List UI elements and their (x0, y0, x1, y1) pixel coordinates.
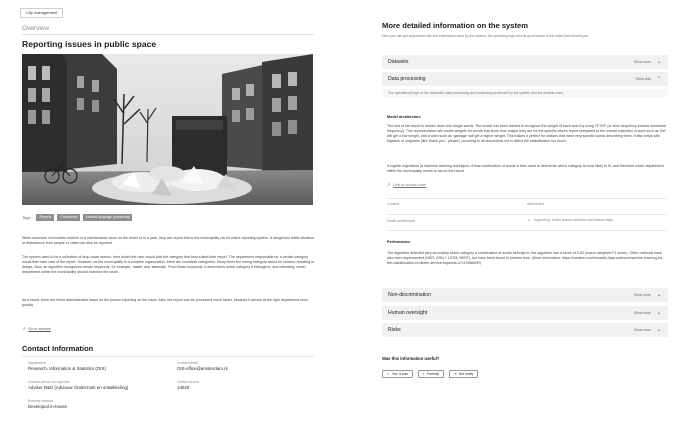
contact-department: Department Research, Information & Stati… (28, 361, 178, 372)
accordion-toggle[interactable]: Show more (634, 311, 651, 315)
description-paragraph: The system used to be a collection of dr… (22, 255, 315, 274)
tag-reports[interactable]: Reports (36, 214, 55, 221)
source-code-text[interactable]: Link to source code (393, 183, 426, 187)
external-link-icon: ↗ (22, 326, 26, 331)
street-photo-illustration (22, 54, 313, 205)
feedback-no-label: Not really (458, 372, 474, 376)
performance-text: The algorithm detected very accurately w… (387, 251, 664, 265)
street-photo (22, 54, 313, 205)
field-row (387, 214, 667, 215)
field-row (387, 198, 667, 199)
field-label: Content (387, 202, 399, 206)
accordion-non-discrimination[interactable]: Non-discrimination Show more ⌄ (382, 288, 668, 302)
accordion-title: Data processing (388, 76, 426, 82)
contact-vendor: External vendors Developed in-house (28, 399, 178, 410)
model-architecture-heading: Model architecture (387, 115, 421, 119)
divider (22, 34, 314, 35)
feedback-partially-label: Partially (427, 372, 440, 376)
breadcrumb[interactable]: City management (20, 8, 64, 18)
contact-heading: Contact Information (22, 344, 94, 353)
chevron-down-icon[interactable]: ⌄ (656, 327, 662, 333)
accordion-risks[interactable]: Risks Show more ⌄ (382, 323, 668, 337)
accordion-toggle[interactable]: Show more (634, 60, 651, 64)
feedback-no-button[interactable]: ✕ Not really (449, 370, 479, 378)
accordion-toggle[interactable]: Show more (634, 328, 651, 332)
accordion-title: Datasets (388, 59, 409, 65)
contact-phone: Contact phone 14020 (177, 380, 307, 391)
email-value[interactable]: OIS-office@amsterdam.nl (177, 366, 307, 372)
field-row (387, 230, 667, 231)
accordion-toggle[interactable]: Show less (636, 77, 651, 81)
accordion-datasets[interactable]: Datasets Show more ⌄ (382, 55, 668, 69)
external-link-icon: ↗ (527, 218, 531, 223)
divider (22, 356, 314, 357)
feedback-yes-label: Yes, it was (391, 372, 408, 376)
page-title: Reporting issues in public space (22, 39, 157, 49)
vendor-value: Developed in-house (28, 403, 68, 409)
tag-list: Tags Reports Complaints Natural language… (22, 214, 133, 221)
source-code-link[interactable]: ↗ Link to source code (387, 182, 426, 187)
close-icon: ✕ (454, 372, 457, 376)
department-value: Research, Information & Statistics (OIS) (28, 365, 106, 371)
tags-label: Tags (22, 215, 31, 220)
model-architecture-text: The text of the report is broken down in… (387, 124, 667, 143)
details-intro: Here you can get acquainted with the inf… (382, 34, 590, 38)
go-to-service-text[interactable]: Go to service (28, 327, 50, 331)
description-paragraph: As a result, there are fewer administrat… (22, 298, 309, 307)
field-value-link[interactable]: ↗ Supporting: Model shares attributes an… (527, 218, 613, 223)
regression-text: A logistic regression (a machine-learnin… (387, 164, 664, 173)
accordion-title: Non-discrimination (388, 292, 431, 298)
contact-email: Contact email OIS-office@amsterdam.nl (177, 361, 307, 372)
feedback-buttons: ✓ Yes, it was ◐ Partially ✕ Not really (382, 370, 479, 378)
tag-nlp[interactable]: Natural language processing (83, 214, 133, 221)
feedback-question: Was this information useful? (382, 356, 440, 361)
data-processing-summary-bar: The operational logic of the automatic d… (382, 89, 668, 97)
chevron-down-icon[interactable]: ⌄ (656, 310, 662, 316)
description-paragraph: When someone encounters rubbish or a mai… (22, 236, 314, 245)
accordion-data-processing[interactable]: Data processing Show less ⌃ (382, 72, 668, 86)
details-heading: More detailed information on the system (382, 21, 528, 30)
half-icon: ◐ (422, 372, 425, 376)
go-to-service-link[interactable]: ↗ Go to service (22, 326, 51, 331)
feedback-yes-button[interactable]: ✓ Yes, it was (382, 370, 413, 378)
accordion-toggle[interactable]: Show more (634, 293, 651, 297)
chevron-down-icon[interactable]: ⌄ (656, 59, 662, 65)
contact-person: Contact person for inquiries Adviser R&D… (28, 380, 178, 391)
field-label: Attachment (527, 202, 545, 206)
accordion-title: Human oversight (388, 310, 428, 316)
tag-complaints[interactable]: Complaints (57, 214, 81, 221)
check-icon: ✓ (387, 372, 390, 376)
performance-heading: Performance (387, 240, 411, 244)
field-value[interactable]: Supporting: Model shares attributes and … (533, 218, 613, 223)
chevron-up-icon[interactable]: ⌃ (656, 76, 662, 82)
external-link-icon: ↗ (387, 182, 391, 187)
field-label: Model architecture (387, 219, 415, 223)
data-processing-summary: The operational logic of the automatic d… (388, 91, 564, 95)
overview-label: Overview (22, 25, 50, 32)
accordion-title: Risks (388, 327, 401, 333)
person-value: Adviser R&D (Adviseur Onderzoek en ontwi… (28, 384, 129, 390)
accordion-human-oversight[interactable]: Human oversight Show more ⌄ (382, 306, 668, 320)
feedback-partially-button[interactable]: ◐ Partially (417, 370, 445, 378)
phone-value[interactable]: 14020 (177, 385, 307, 391)
chevron-down-icon[interactable]: ⌄ (656, 292, 662, 298)
